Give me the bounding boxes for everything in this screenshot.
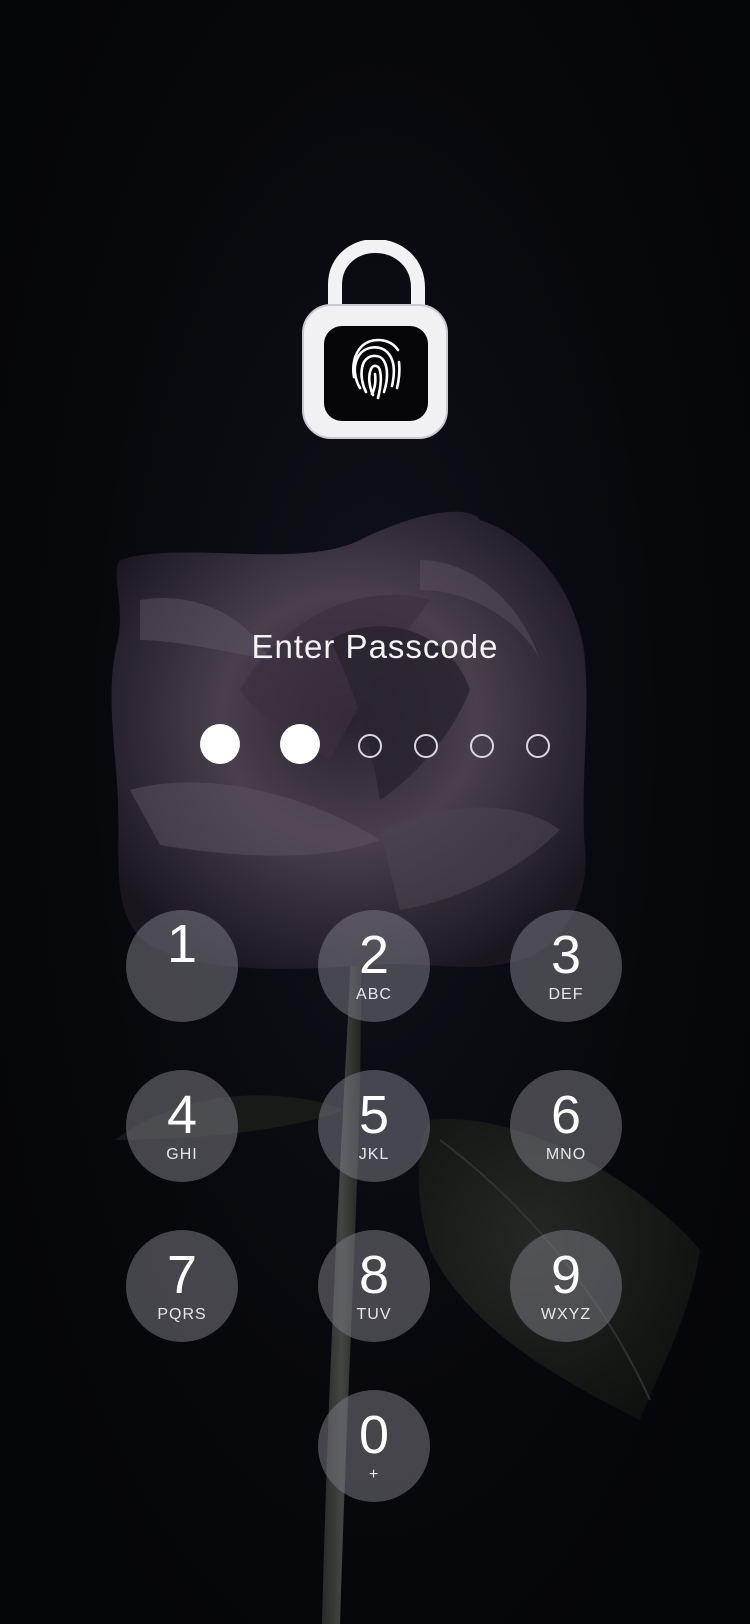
key-7[interactable]: 7 PQRS xyxy=(126,1230,238,1342)
key-letters: MNO xyxy=(545,1146,587,1163)
key-letters: TUV xyxy=(356,1306,392,1323)
key-digit: 5 xyxy=(358,1085,390,1145)
key-1[interactable]: 1 xyxy=(126,910,238,1022)
key-letters: + xyxy=(368,1466,380,1483)
key-6[interactable]: 6 MNO xyxy=(510,1070,622,1182)
key-digit: 9 xyxy=(550,1245,582,1305)
key-0[interactable]: 0 + xyxy=(318,1390,430,1502)
key-8[interactable]: 8 TUV xyxy=(318,1230,430,1342)
key-5[interactable]: 5 JKL xyxy=(318,1070,430,1182)
key-letters: JKL xyxy=(358,1146,390,1163)
key-digit: 8 xyxy=(358,1245,390,1305)
key-letters: DEF xyxy=(548,986,584,1003)
key-letters: GHI xyxy=(166,1146,198,1163)
key-digit: 3 xyxy=(550,925,582,985)
lock-screen: Enter Passcode 1 2 ABC 3 DEF 4 GHI 5 JKL xyxy=(0,0,750,1624)
key-digit: 7 xyxy=(166,1245,198,1305)
unlocked-padlock-fingerprint-icon xyxy=(302,240,448,439)
key-letters: ABC xyxy=(356,986,392,1003)
key-digit: 4 xyxy=(166,1085,198,1145)
key-letters: PQRS xyxy=(157,1306,207,1323)
key-2[interactable]: 2 ABC xyxy=(318,910,430,1022)
key-digit: 2 xyxy=(358,925,390,985)
key-letters: WXYZ xyxy=(540,1306,592,1323)
key-digit: 6 xyxy=(550,1085,582,1145)
key-9[interactable]: 9 WXYZ xyxy=(510,1230,622,1342)
key-3[interactable]: 3 DEF xyxy=(510,910,622,1022)
key-digit: 1 xyxy=(166,914,198,974)
key-digit: 0 xyxy=(358,1405,390,1465)
key-4[interactable]: 4 GHI xyxy=(126,1070,238,1182)
enter-passcode-title: Enter Passcode xyxy=(251,628,499,665)
